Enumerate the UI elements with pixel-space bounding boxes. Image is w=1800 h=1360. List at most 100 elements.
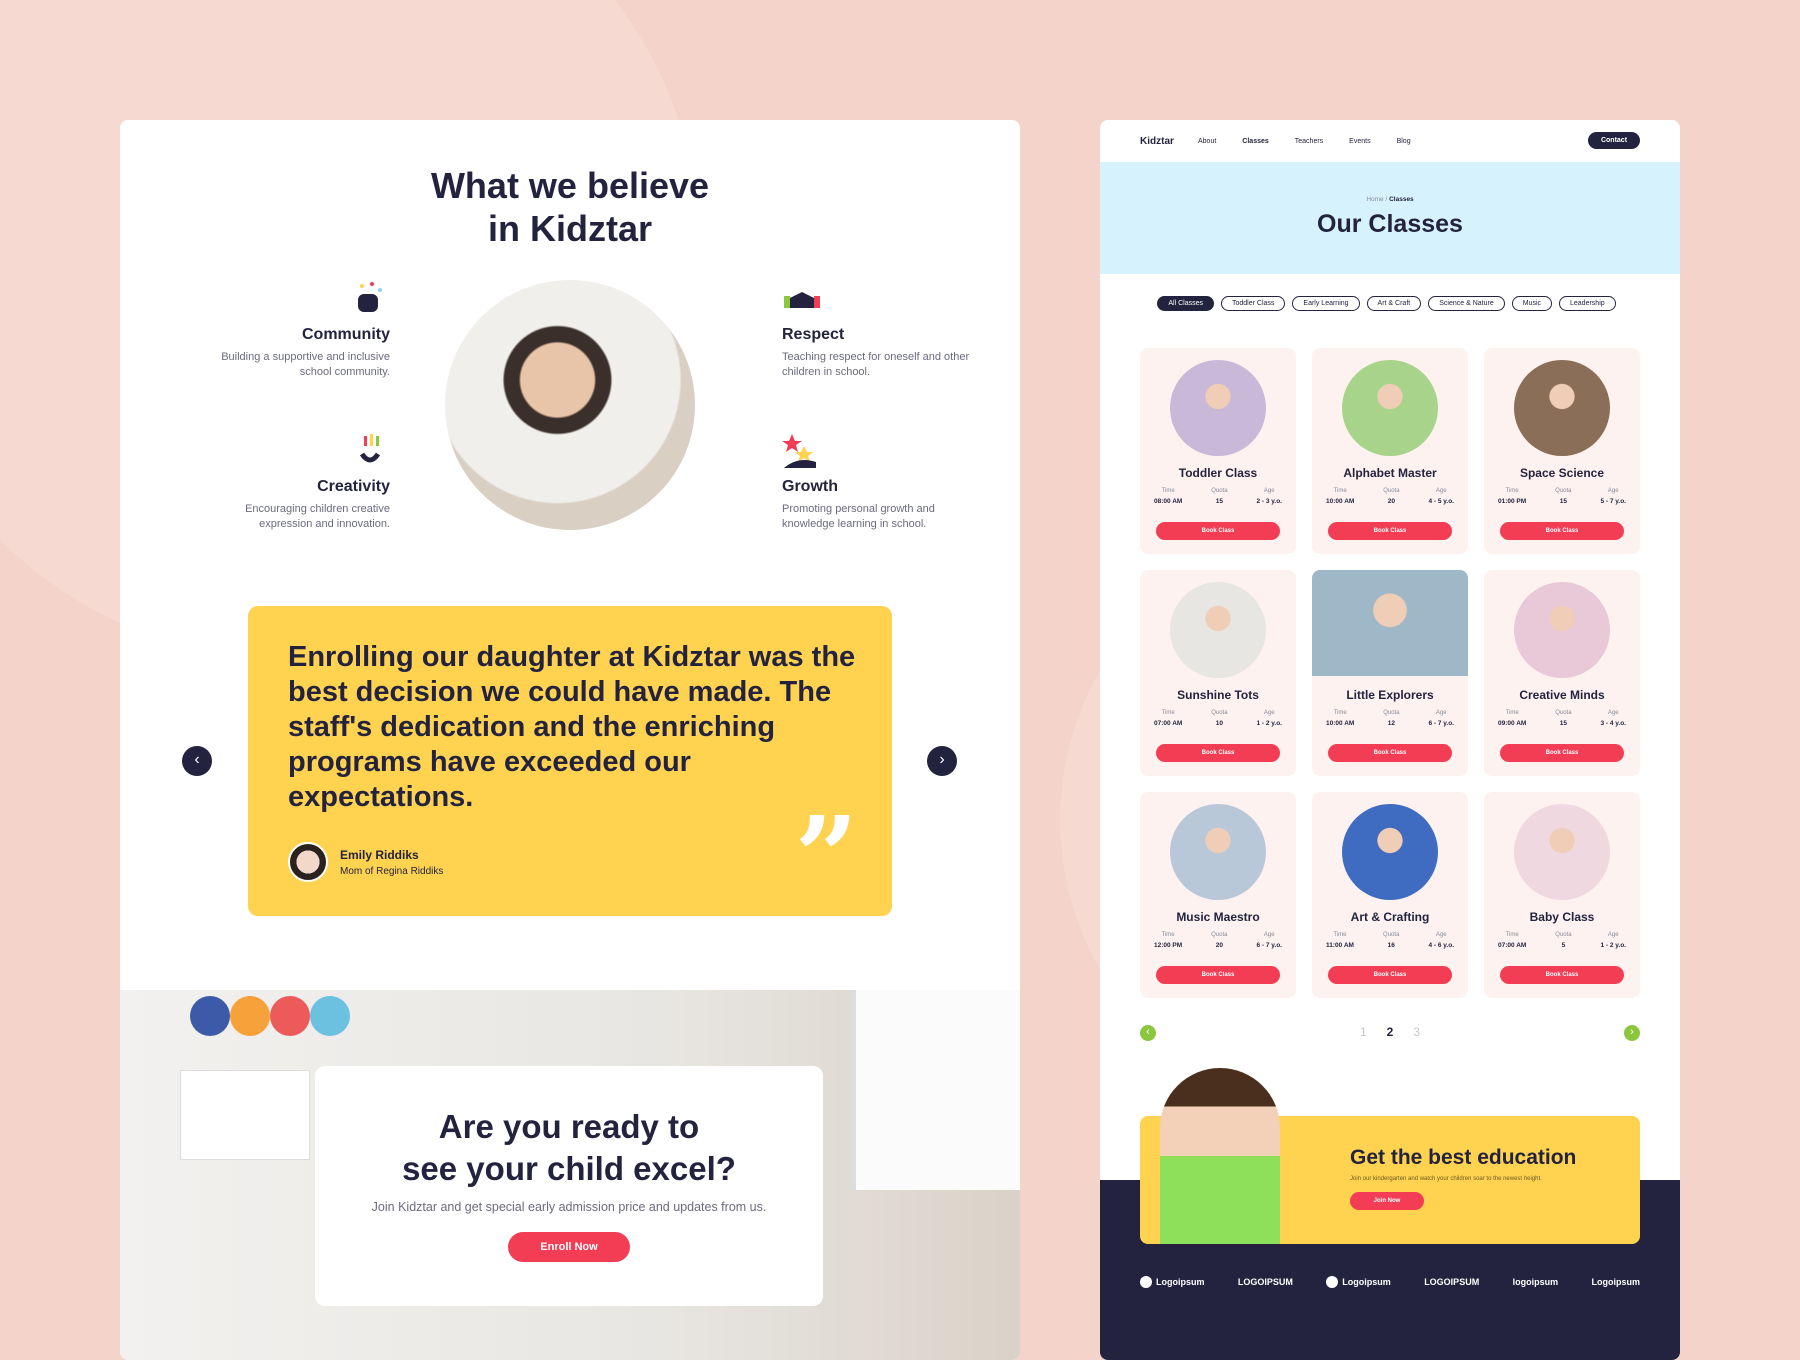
class-time: 07:00 AM [1498,942,1527,949]
class-meta: Time 09:00 AM Quota 15 Age 3 - 4 y.o. [1498,710,1626,727]
class-card: Music Maestro Time 12:00 PM Quota 20 Age 6 … [1140,792,1296,998]
book-class-button[interactable]: Book Class [1500,744,1624,762]
class-time: 11:00 AM [1326,942,1354,949]
book-class-button[interactable]: Book Class [1156,522,1280,540]
filter-music[interactable]: Music [1511,296,1552,311]
page-title: Our Classes [1317,210,1463,238]
class-age: 6 - 7 y.o. [1256,942,1282,949]
cta-subtitle: Join Kidztar and get special early admis… [371,1200,767,1214]
father-child-photo [445,280,695,530]
class-age: 5 - 7 y.o. [1600,498,1626,505]
community-icon [350,280,390,320]
class-name: Baby Class [1529,910,1595,924]
filter-toddler[interactable]: Toddler Class [1220,296,1286,311]
testimonial-next-button[interactable]: › [927,746,957,776]
nav-events[interactable]: Events [1349,138,1370,145]
cta-card: Are you ready to see your child excel? Jo… [315,1066,823,1306]
book-class-button[interactable]: Book Class [1328,966,1452,984]
class-time: 10:00 AM [1326,498,1355,505]
page-2[interactable]: 2 [1387,1025,1394,1039]
nav-classes[interactable]: Classes [1242,138,1268,145]
partner-logo: Logoipsum [1140,1276,1205,1288]
book-class-button[interactable]: Book Class [1328,744,1452,762]
nav-about[interactable]: About [1198,138,1216,145]
partner-logo: logoipsum [1512,1277,1559,1287]
class-filters: All Classes Toddler Class Early Learning Ar… [1100,292,1680,311]
book-class-button[interactable]: Book Class [1156,966,1280,984]
enroll-now-button[interactable]: Enroll Now [508,1232,630,1262]
belief-respect: Respect Teaching respect for oneself and … [782,280,972,380]
book-class-button[interactable]: Book Class [1156,744,1280,762]
growth-icon [782,432,822,472]
class-card: Alphabet Master Time 10:00 AM Quota 20 Age… [1312,348,1468,554]
class-time: 01:00 PM [1498,498,1527,505]
book-class-button[interactable]: Book Class [1500,966,1624,984]
book-class-button[interactable]: Book Class [1500,522,1624,540]
contact-button[interactable]: Contact [1588,132,1640,149]
filter-science-nature[interactable]: Science & Nature [1428,296,1505,311]
top-nav: About Classes Teachers Events Blog [1198,138,1411,145]
filter-leadership[interactable]: Leadership [1559,296,1616,311]
class-age: 1 - 2 y.o. [1600,942,1626,949]
class-meta: Time 01:00 PM Quota 15 Age 5 - 7 y.o. [1498,488,1626,505]
class-quota: 16 [1387,942,1395,949]
filter-early-learning[interactable]: Early Learning [1292,296,1360,311]
class-time: 10:00 AM [1326,720,1355,727]
partner-logo: Logoipsum [1591,1277,1640,1287]
classes-page-card: Kidztar About Classes Teachers Events Bl… [1100,120,1680,1360]
class-age: 1 - 2 y.o. [1256,720,1282,727]
class-card: Little Explorers Time 10:00 AM Quota 12 Ag… [1312,570,1468,776]
filter-art-craft[interactable]: Art & Craft [1366,296,1422,311]
class-time: 09:00 AM [1498,720,1527,727]
class-meta: Time 10:00 AM Quota 20 Age 4 - 5 y.o. [1326,488,1454,505]
class-name: Music Maestro [1176,910,1260,924]
class-age: 4 - 6 y.o. [1428,942,1454,949]
quote-mark-icon: ” [794,792,858,921]
respect-icon [782,280,822,320]
class-photo [1170,582,1266,678]
testimonial-prev-button[interactable]: ‹ [182,746,212,776]
class-name: Alphabet Master [1343,466,1437,480]
fruit-poster [180,1070,310,1160]
class-card: Space Science Time 01:00 PM Quota 15 Age 5 … [1484,348,1640,554]
class-age: 2 - 3 y.o. [1256,498,1282,505]
class-card: Sunshine Tots Time 07:00 AM Quota 10 Age 1 … [1140,570,1296,776]
class-time: 08:00 AM [1154,498,1183,505]
join-now-button[interactable]: Join Now [1350,1192,1424,1210]
class-quota: 20 [1387,498,1395,505]
class-quota: 15 [1215,498,1223,505]
cta-title: Are you ready to see your child excel? [402,1108,736,1187]
nav-teachers[interactable]: Teachers [1295,138,1323,145]
breadcrumb-home[interactable]: Home [1366,196,1383,203]
class-photo [1342,360,1438,456]
logo[interactable]: Kidztar [1140,136,1174,147]
page-3[interactable]: 3 [1413,1025,1420,1039]
class-name: Sunshine Tots [1177,688,1259,702]
class-name: Art & Crafting [1350,910,1430,924]
page-1[interactable]: 1 [1360,1025,1367,1039]
class-name: Creative Minds [1519,688,1605,702]
banner-subtitle: Join our kindergarten and watch your chi… [1350,1176,1542,1182]
class-time: 07:00 AM [1154,720,1183,727]
class-quota: 10 [1215,720,1223,727]
pagination-next-button[interactable]: › [1624,1025,1640,1041]
filter-all-classes[interactable]: All Classes [1157,296,1214,311]
testimonial-card: Enrolling our daughter at Kidztar was th… [248,606,892,916]
belief-creativity: Creativity Encouraging children creative … [200,432,390,532]
class-age: 3 - 4 y.o. [1600,720,1626,727]
breadcrumb-current: Classes [1389,196,1414,203]
belief-growth: Growth Promoting personal growth and know… [782,432,972,532]
class-quota: 15 [1559,720,1567,727]
nav-blog[interactable]: Blog [1397,138,1411,145]
class-meta: Time 10:00 AM Quota 12 Age 6 - 7 y.o. [1326,710,1454,727]
class-meta: Time 11:00 AM Quota 16 Age 4 - 6 y.o. [1326,932,1454,949]
class-photo [1342,804,1438,900]
class-quota: 15 [1559,498,1567,505]
book-class-button[interactable]: Book Class [1328,522,1452,540]
class-photo [1514,804,1610,900]
creativity-icon [350,432,390,472]
testimonial-author: Emily Riddiks [340,848,419,862]
class-name: Space Science [1519,466,1605,480]
belief-community: Community Building a supportive and inclu… [200,280,390,380]
class-photo [1514,582,1610,678]
